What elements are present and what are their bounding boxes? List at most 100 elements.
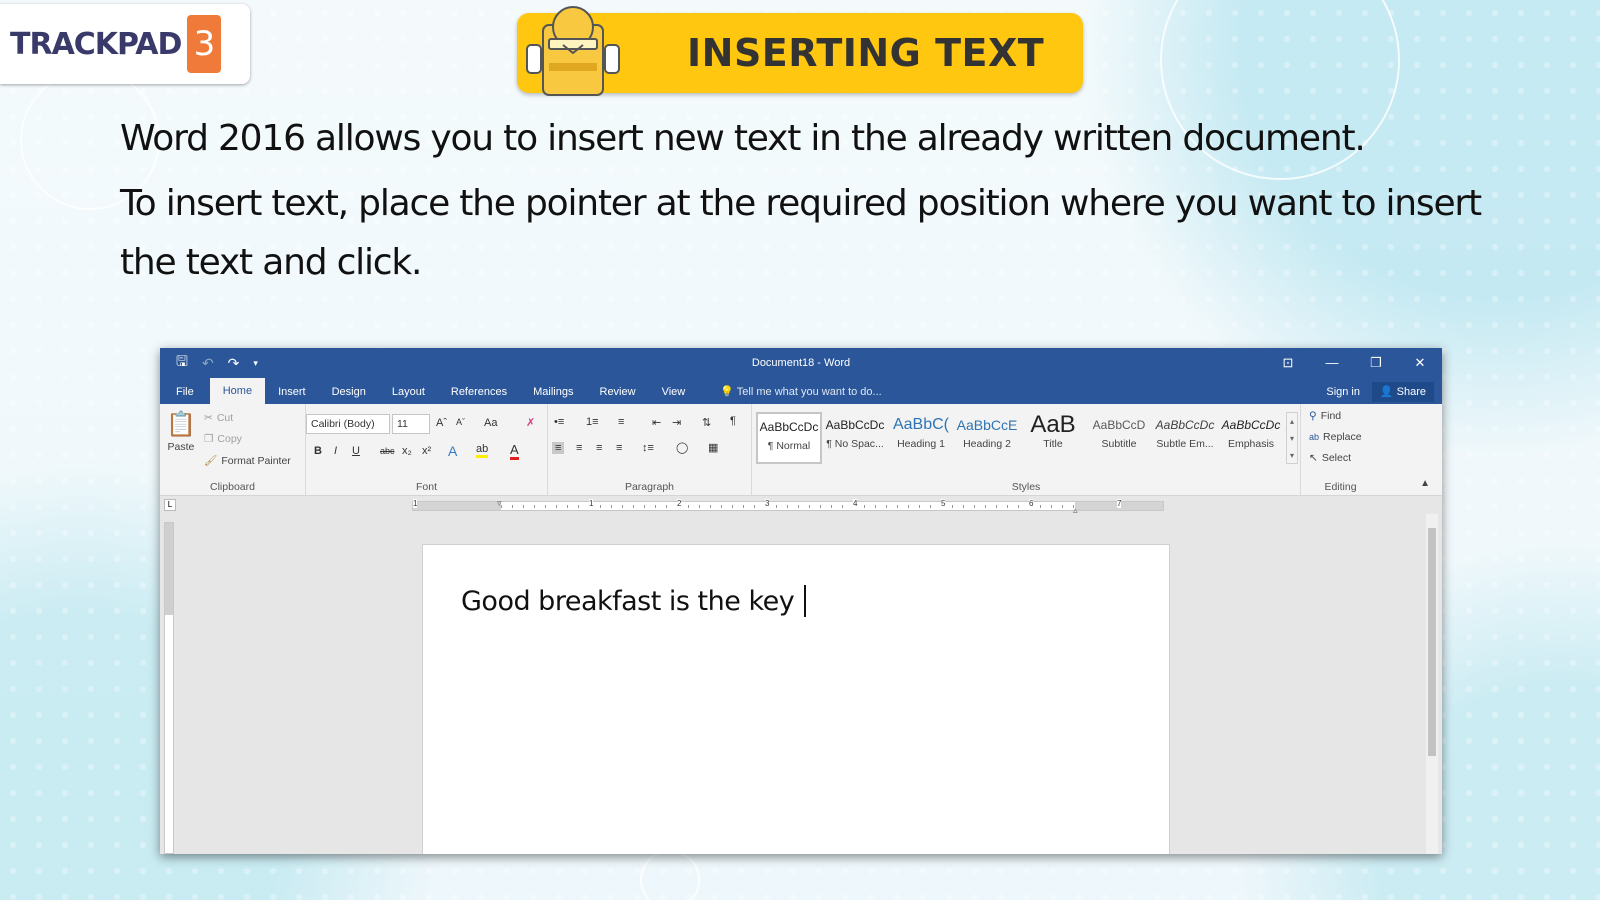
tab-review[interactable]: Review	[587, 380, 649, 404]
magnifier-icon: ⚲	[1309, 410, 1317, 422]
increase-indent-icon[interactable]: ⇥	[672, 416, 681, 429]
subscript-icon[interactable]: x₂	[402, 445, 412, 457]
paste-button[interactable]: 📋 Paste	[166, 410, 196, 453]
style-title[interactable]: AaB Title	[1020, 412, 1086, 464]
tell-me-search[interactable]: 💡 Tell me what you want to do...	[698, 380, 881, 404]
replace-label: Replace	[1323, 431, 1362, 443]
sign-in-link[interactable]: Sign in	[1326, 380, 1360, 404]
font-name-select[interactable]: Calibri (Body)	[306, 414, 390, 434]
format-painter-label: Format Painter	[221, 454, 291, 467]
select-button[interactable]: ↖ Select	[1309, 452, 1351, 464]
font-label: Font	[415, 481, 437, 493]
ruler-number: 3	[765, 499, 770, 508]
style-name: ¶ No Spac...	[826, 438, 884, 450]
banner-title: INSERTING TEXT	[687, 31, 1045, 75]
style-normal[interactable]: AaBbCcDc ¶ Normal	[756, 412, 822, 464]
ruler-number: 2	[677, 499, 682, 508]
tab-references[interactable]: References	[438, 380, 520, 404]
clipboard-icon: 📋	[166, 411, 196, 438]
style-preview: AaBbCcD	[1092, 418, 1146, 432]
vertical-scrollbar[interactable]	[1426, 514, 1438, 854]
redo-icon[interactable]: ↷	[228, 355, 240, 372]
clipboard-group: 📋 Paste ✂ Cut ❐ Copy 🖌 Format Painter Cl…	[160, 404, 306, 496]
change-case-button[interactable]: Aa	[484, 417, 497, 429]
font-group: Calibri (Body) 11 Aˆ Aˇ Aa ✗ B I U abc x…	[306, 404, 548, 496]
save-icon[interactable]: 🖫	[176, 351, 188, 375]
document-canvas: Good breakfast is the key	[160, 514, 1442, 854]
style-no-spacing[interactable]: AaBbCcDc ¶ No Spac...	[822, 412, 888, 464]
replace-icon: ab	[1309, 432, 1320, 442]
tab-mailings[interactable]: Mailings	[520, 380, 586, 404]
tab-home[interactable]: Home	[209, 378, 266, 404]
vertical-ruler[interactable]	[164, 522, 174, 854]
font-size-select[interactable]: 11	[392, 414, 430, 434]
minimize-icon[interactable]: —	[1310, 348, 1354, 378]
replace-button[interactable]: ab Replace	[1309, 431, 1362, 443]
text-effects-icon[interactable]: A	[448, 443, 457, 459]
horizontal-ruler[interactable]: 1 1 2 3 4 5 6 7 ▿ ▵	[412, 498, 1164, 515]
highlight-color-icon[interactable]: ab	[476, 443, 489, 458]
style-subtitle[interactable]: AaBbCcD Subtitle	[1086, 412, 1152, 464]
share-button[interactable]: 👤 Share	[1371, 382, 1434, 402]
style-preview: AaBbCcE	[956, 417, 1018, 433]
style-heading-2[interactable]: AaBbCcE Heading 2	[954, 412, 1020, 464]
italic-icon[interactable]: I	[334, 445, 337, 457]
format-painter-button[interactable]: 🖌 Format Painter	[204, 454, 291, 468]
strikethrough-icon[interactable]: abc	[380, 446, 395, 456]
clear-formatting-icon[interactable]: ✗	[526, 416, 535, 429]
shrink-font-icon[interactable]: Aˇ	[456, 417, 465, 427]
logo-text: TRACKPAD	[10, 26, 182, 62]
borders-icon[interactable]: ▦	[708, 441, 718, 454]
superscript-icon[interactable]: x²	[422, 445, 431, 457]
document-body-text[interactable]: Good breakfast is the key	[461, 585, 807, 617]
bold-icon[interactable]: B	[314, 445, 322, 457]
grow-font-icon[interactable]: Aˆ	[436, 417, 447, 429]
style-preview: AaBbCcDc	[1155, 418, 1215, 432]
tab-design[interactable]: Design	[319, 380, 379, 404]
shading-icon[interactable]: ◯	[676, 441, 688, 454]
body-line-3: the text and click.	[120, 242, 422, 283]
sort-icon[interactable]: ⇅	[702, 416, 711, 429]
style-name: Subtitle	[1101, 438, 1137, 450]
align-left-icon[interactable]: ≡	[552, 442, 565, 454]
scrollbar-thumb[interactable]	[1428, 528, 1436, 756]
restore-icon[interactable]: ❐	[1354, 348, 1398, 378]
copy-button[interactable]: ❐ Copy	[204, 433, 242, 445]
undo-icon[interactable]: ↶	[202, 355, 214, 372]
scissors-icon: ✂	[204, 412, 213, 424]
multilevel-list-icon[interactable]: ≡	[618, 416, 624, 428]
ribbon-tabs: File Home Insert Design Layout Reference…	[160, 378, 1442, 404]
tab-selector-icon[interactable]: L	[164, 499, 176, 511]
tab-file[interactable]: File	[160, 380, 210, 404]
document-page[interactable]: Good breakfast is the key	[422, 544, 1170, 854]
show-formatting-marks-icon[interactable]: ¶	[730, 415, 736, 427]
tab-insert[interactable]: Insert	[265, 380, 319, 404]
person-icon: 👤	[1379, 386, 1394, 398]
tab-layout[interactable]: Layout	[379, 380, 438, 404]
cut-button[interactable]: ✂ Cut	[204, 412, 233, 424]
style-subtle-emphasis[interactable]: AaBbCcDc Subtle Em...	[1152, 412, 1218, 464]
style-preview: AaBbCcDc	[759, 420, 819, 434]
style-heading-1[interactable]: AaBbC( Heading 1	[888, 412, 954, 464]
numbering-icon[interactable]: 1≡	[586, 416, 599, 428]
align-right-icon[interactable]: ≡	[596, 442, 602, 454]
underline-icon[interactable]: U	[352, 445, 360, 457]
close-icon[interactable]: ✕	[1398, 348, 1442, 378]
font-color-icon[interactable]: A	[510, 442, 519, 460]
decrease-indent-icon[interactable]: ⇤	[652, 416, 661, 429]
styles-gallery-scroll[interactable]: ▴ ▾ ▾	[1286, 412, 1298, 464]
style-name: Title	[1043, 438, 1063, 450]
ribbon-display-options-icon[interactable]: ⊡	[1266, 348, 1310, 378]
indent-marker-icon[interactable]: ▿	[497, 498, 502, 509]
justify-icon[interactable]: ≡	[616, 442, 622, 454]
customize-qat-icon[interactable]: ▾	[253, 358, 258, 369]
tab-view[interactable]: View	[649, 380, 699, 404]
style-emphasis[interactable]: AaBbCcDc Emphasis	[1218, 412, 1284, 464]
title-banner: INSERTING TEXT	[517, 6, 1083, 96]
line-spacing-icon[interactable]: ↕≡	[642, 442, 654, 454]
vertical-ruler-margin	[165, 523, 173, 615]
align-center-icon[interactable]: ≡	[576, 442, 582, 454]
collapse-ribbon-icon[interactable]: ▲	[1420, 478, 1430, 489]
find-button[interactable]: ⚲ Find	[1309, 410, 1341, 422]
bullets-icon[interactable]: •≡	[554, 416, 564, 428]
